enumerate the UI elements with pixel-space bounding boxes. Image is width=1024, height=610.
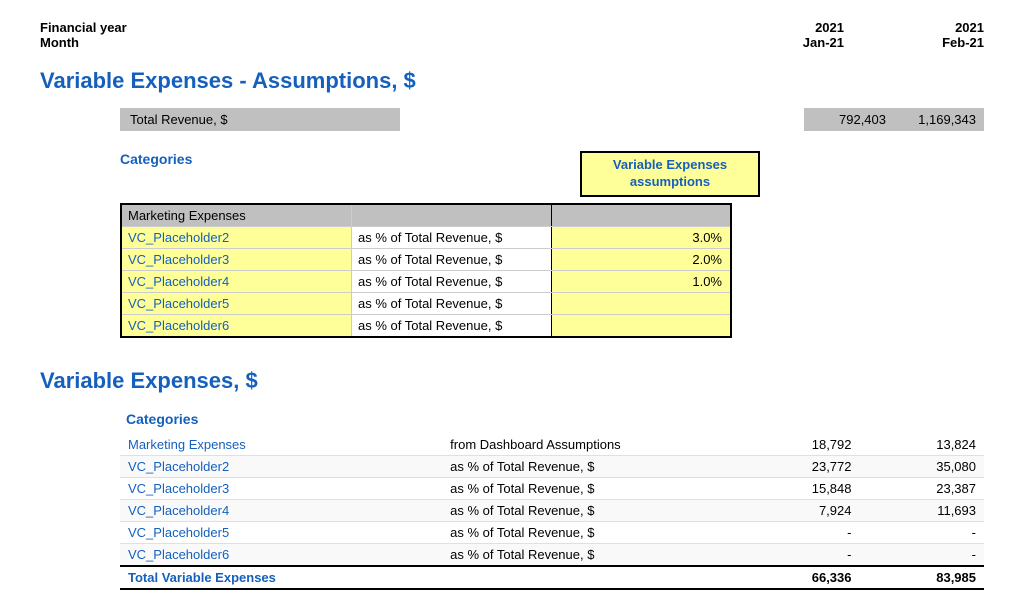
assump-type-3: as % of Total Revenue, $ <box>352 271 552 292</box>
total-revenue-col1: 792,403 <box>804 108 894 131</box>
ve-row-2: VC_Placeholder3 as % of Total Revenue, $… <box>120 477 984 499</box>
assump-val-0 <box>552 205 730 226</box>
ve-col1-3: 7,924 <box>735 499 859 521</box>
ve-col2-1: 35,080 <box>860 455 985 477</box>
ve-row-3: VC_Placeholder4 as % of Total Revenue, $… <box>120 499 984 521</box>
ve-row-1: VC_Placeholder2 as % of Total Revenue, $… <box>120 455 984 477</box>
assump-name-4: VC_Placeholder5 <box>122 293 352 314</box>
ve-categories-header: Categories <box>120 408 984 430</box>
ve-col2-5: - <box>860 543 985 566</box>
ve-row-5: VC_Placeholder6 as % of Total Revenue, $… <box>120 543 984 566</box>
assumptions-table-wrapper: Categories Variable Expenses assumptions… <box>120 151 984 338</box>
month-label: Month <box>40 35 127 50</box>
total-revenue-values: 792,403 1,169,343 <box>804 108 984 131</box>
assump-val-2: 2.0% <box>552 249 730 270</box>
ve-type-5: as % of Total Revenue, $ <box>442 543 735 566</box>
total-revenue-row: Total Revenue, $ 792,403 1,169,343 <box>120 108 984 131</box>
assump-row-5: VC_Placeholder6 as % of Total Revenue, $ <box>122 315 730 336</box>
ve-cat-2: VC_Placeholder3 <box>120 477 442 499</box>
assumptions-header-row: Categories Variable Expenses assumptions <box>120 151 984 197</box>
header-columns: 2021 Jan-21 2021 Feb-21 <box>764 20 984 50</box>
ve-table-wrapper: Categories Marketing Expenses from Dashb… <box>120 408 984 590</box>
assump-row-1: VC_Placeholder2 as % of Total Revenue, $… <box>122 227 730 249</box>
ve-col2-0: 13,824 <box>860 434 985 456</box>
col2-header: 2021 Feb-21 <box>904 20 984 50</box>
assumptions-body: Marketing Expenses VC_Placeholder2 as % … <box>120 203 732 338</box>
section2-title: Variable Expenses, $ <box>40 368 984 394</box>
assump-name-2: VC_Placeholder3 <box>122 249 352 270</box>
header-labels: Financial year Month <box>40 20 127 50</box>
total-revenue-col2: 1,169,343 <box>894 108 984 131</box>
ve-col2-4: - <box>860 521 985 543</box>
assump-type-4: as % of Total Revenue, $ <box>352 293 552 314</box>
assump-row-0: Marketing Expenses <box>122 205 730 227</box>
ve-cat-0: Marketing Expenses <box>120 434 442 456</box>
assump-name-3: VC_Placeholder4 <box>122 271 352 292</box>
ve-col1-2: 15,848 <box>735 477 859 499</box>
ve-col1-5: - <box>735 543 859 566</box>
section2: Variable Expenses, $ Categories Marketin… <box>40 368 984 590</box>
ve-total-row: Total Variable Expenses 66,336 83,985 <box>120 566 984 589</box>
total-revenue-label: Total Revenue, $ <box>120 108 400 131</box>
assump-row-2: VC_Placeholder3 as % of Total Revenue, $… <box>122 249 730 271</box>
ve-cat-5: VC_Placeholder6 <box>120 543 442 566</box>
ve-total-col2: 83,985 <box>860 566 985 589</box>
ve-col1-4: - <box>735 521 859 543</box>
ve-type-0: from Dashboard Assumptions <box>442 434 735 456</box>
ve-cat-4: VC_Placeholder5 <box>120 521 442 543</box>
assump-type-1: as % of Total Revenue, $ <box>352 227 552 248</box>
ve-type-3: as % of Total Revenue, $ <box>442 499 735 521</box>
assump-name-1: VC_Placeholder2 <box>122 227 352 248</box>
assump-val-4 <box>552 293 730 314</box>
page-header: Financial year Month 2021 Jan-21 2021 Fe… <box>40 20 984 50</box>
var-exp-header: Variable Expenses assumptions <box>580 151 760 197</box>
ve-type-2: as % of Total Revenue, $ <box>442 477 735 499</box>
ve-col2-2: 23,387 <box>860 477 985 499</box>
ve-total-col1: 66,336 <box>735 566 859 589</box>
assump-row-3: VC_Placeholder4 as % of Total Revenue, $… <box>122 271 730 293</box>
ve-col1-1: 23,772 <box>735 455 859 477</box>
assump-type-5: as % of Total Revenue, $ <box>352 315 552 336</box>
ve-table: Marketing Expenses from Dashboard Assump… <box>120 434 984 590</box>
ve-col2-3: 11,693 <box>860 499 985 521</box>
assump-type-0 <box>352 205 552 226</box>
assump-type-2: as % of Total Revenue, $ <box>352 249 552 270</box>
categories-header: Categories <box>120 151 580 197</box>
ve-type-1: as % of Total Revenue, $ <box>442 455 735 477</box>
ve-cat-3: VC_Placeholder4 <box>120 499 442 521</box>
fy-label: Financial year <box>40 20 127 35</box>
ve-total-label: Total Variable Expenses <box>120 566 735 589</box>
ve-col1-0: 18,792 <box>735 434 859 456</box>
assump-val-3: 1.0% <box>552 271 730 292</box>
ve-cat-1: VC_Placeholder2 <box>120 455 442 477</box>
assump-name-5: VC_Placeholder6 <box>122 315 352 336</box>
ve-type-4: as % of Total Revenue, $ <box>442 521 735 543</box>
ve-row-4: VC_Placeholder5 as % of Total Revenue, $… <box>120 521 984 543</box>
col1-header: 2021 Jan-21 <box>764 20 844 50</box>
assump-name-0: Marketing Expenses <box>122 205 352 226</box>
ve-row-0: Marketing Expenses from Dashboard Assump… <box>120 434 984 456</box>
section1-title: Variable Expenses - Assumptions, $ <box>40 68 984 94</box>
assump-row-4: VC_Placeholder5 as % of Total Revenue, $ <box>122 293 730 315</box>
assump-val-1: 3.0% <box>552 227 730 248</box>
assump-val-5 <box>552 315 730 336</box>
